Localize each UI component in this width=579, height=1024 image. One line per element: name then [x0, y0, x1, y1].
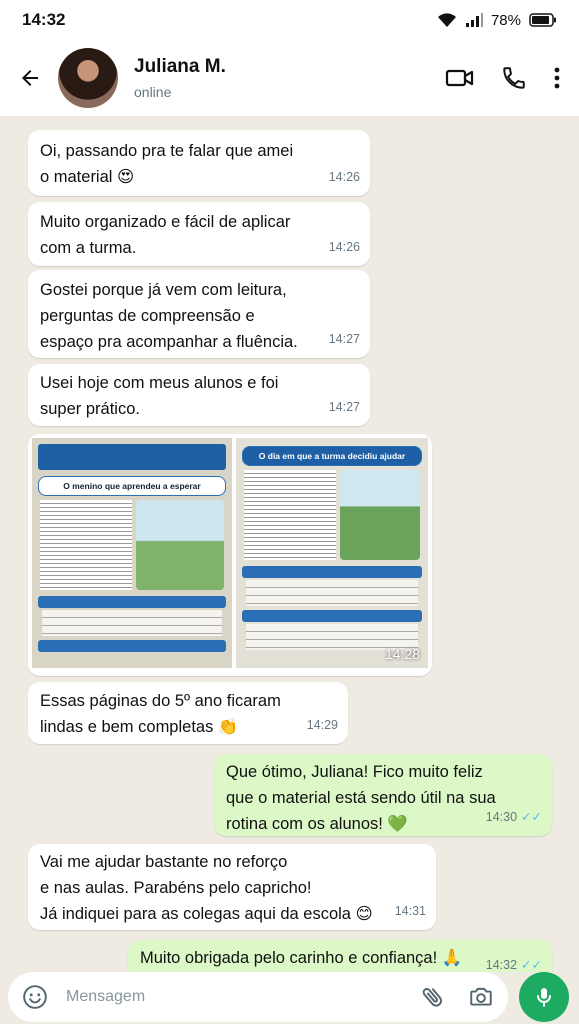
battery-icon	[529, 13, 556, 27]
message-input[interactable]: Mensagem	[66, 988, 420, 1006]
message-time: 14:26	[328, 240, 360, 254]
message-text: Usei hoje com meus alunos e foi super pr…	[40, 374, 279, 418]
message-incoming[interactable]: Oi, passando pra te falar que amei o mat…	[28, 130, 370, 196]
worksheet-photo[interactable]: O dia em que a turma decidiu ajudar	[236, 438, 428, 668]
message-time: 14:32	[485, 958, 518, 972]
worksheet-photo[interactable]: O menino que aprendeu a esperar	[32, 438, 232, 668]
message-text: Muito obrigada pelo carinho e confiança!…	[140, 949, 463, 967]
chat-area[interactable]: Oi, passando pra te falar que amei o mat…	[0, 116, 579, 972]
message-time: 14:30	[485, 810, 518, 824]
read-ticks-icon: ✓✓	[521, 810, 542, 824]
contact-name: Juliana M.	[134, 56, 226, 77]
message-incoming[interactable]: Muito organizado e fácil de aplicar com …	[28, 202, 370, 266]
message-text: Essas páginas do 5º ano ficaram lindas e…	[40, 692, 281, 736]
read-ticks-icon: ✓✓	[521, 958, 542, 972]
mic-button[interactable]	[519, 972, 569, 1022]
message-time: 14:27	[328, 332, 360, 346]
message-time: 14:26	[328, 170, 360, 184]
message-text: Oi, passando pra te falar que amei o mat…	[40, 142, 294, 186]
message-time: 14:28	[384, 646, 420, 662]
worksheet-title: O menino que aprendeu a esperar	[38, 476, 226, 496]
phone-icon[interactable]	[501, 65, 527, 91]
back-button[interactable]	[12, 60, 48, 96]
emoji-icon[interactable]	[22, 984, 48, 1010]
contact-info[interactable]: Juliana M. online	[134, 56, 226, 100]
message-outgoing[interactable]: Que ótimo, Juliana! Fico muito feliz que…	[214, 754, 552, 836]
back-arrow-icon	[22, 70, 38, 86]
status-bar: 14:32 78%	[0, 0, 579, 40]
message-input-bar[interactable]: Mensagem	[8, 972, 508, 1022]
message-outgoing[interactable]: Muito obrigada pelo carinho e confiança!…	[128, 940, 552, 972]
message-time: 14:31	[394, 904, 426, 918]
more-options-icon[interactable]	[553, 66, 561, 90]
message-incoming[interactable]: Usei hoje com meus alunos e foi super pr…	[28, 364, 370, 426]
message-incoming[interactable]: Gostei porque já vem com leitura, pergun…	[28, 270, 370, 358]
battery-percent: 78%	[490, 11, 521, 29]
message-text: Gostei porque já vem com leitura, pergun…	[40, 281, 298, 351]
message-incoming[interactable]: Vai me ajudar bastante no reforço e nas …	[28, 844, 436, 930]
message-incoming[interactable]: Essas páginas do 5º ano ficaram lindas e…	[28, 682, 348, 744]
avatar[interactable]	[58, 48, 118, 108]
message-text: Vai me ajudar bastante no reforço e nas …	[40, 853, 373, 923]
camera-icon[interactable]	[468, 984, 494, 1010]
message-text: Muito organizado e fácil de aplicar com …	[40, 213, 291, 257]
contact-status: online	[134, 84, 172, 100]
signal-icon	[465, 13, 483, 27]
status-time: 14:32	[22, 10, 66, 29]
photo-message[interactable]: O menino que aprendeu a esperar O dia em…	[28, 434, 432, 676]
status-icons: 78%	[437, 12, 557, 29]
mic-icon	[537, 988, 551, 1007]
attach-icon[interactable]	[420, 984, 446, 1010]
wifi-icon	[437, 13, 456, 27]
message-time: 14:29	[306, 718, 338, 732]
video-call-icon[interactable]	[445, 66, 475, 90]
chat-header: Juliana M. online	[0, 40, 579, 116]
worksheet-title: O dia em que a turma decidiu ajudar	[242, 446, 422, 466]
message-time: 14:27	[328, 400, 360, 414]
